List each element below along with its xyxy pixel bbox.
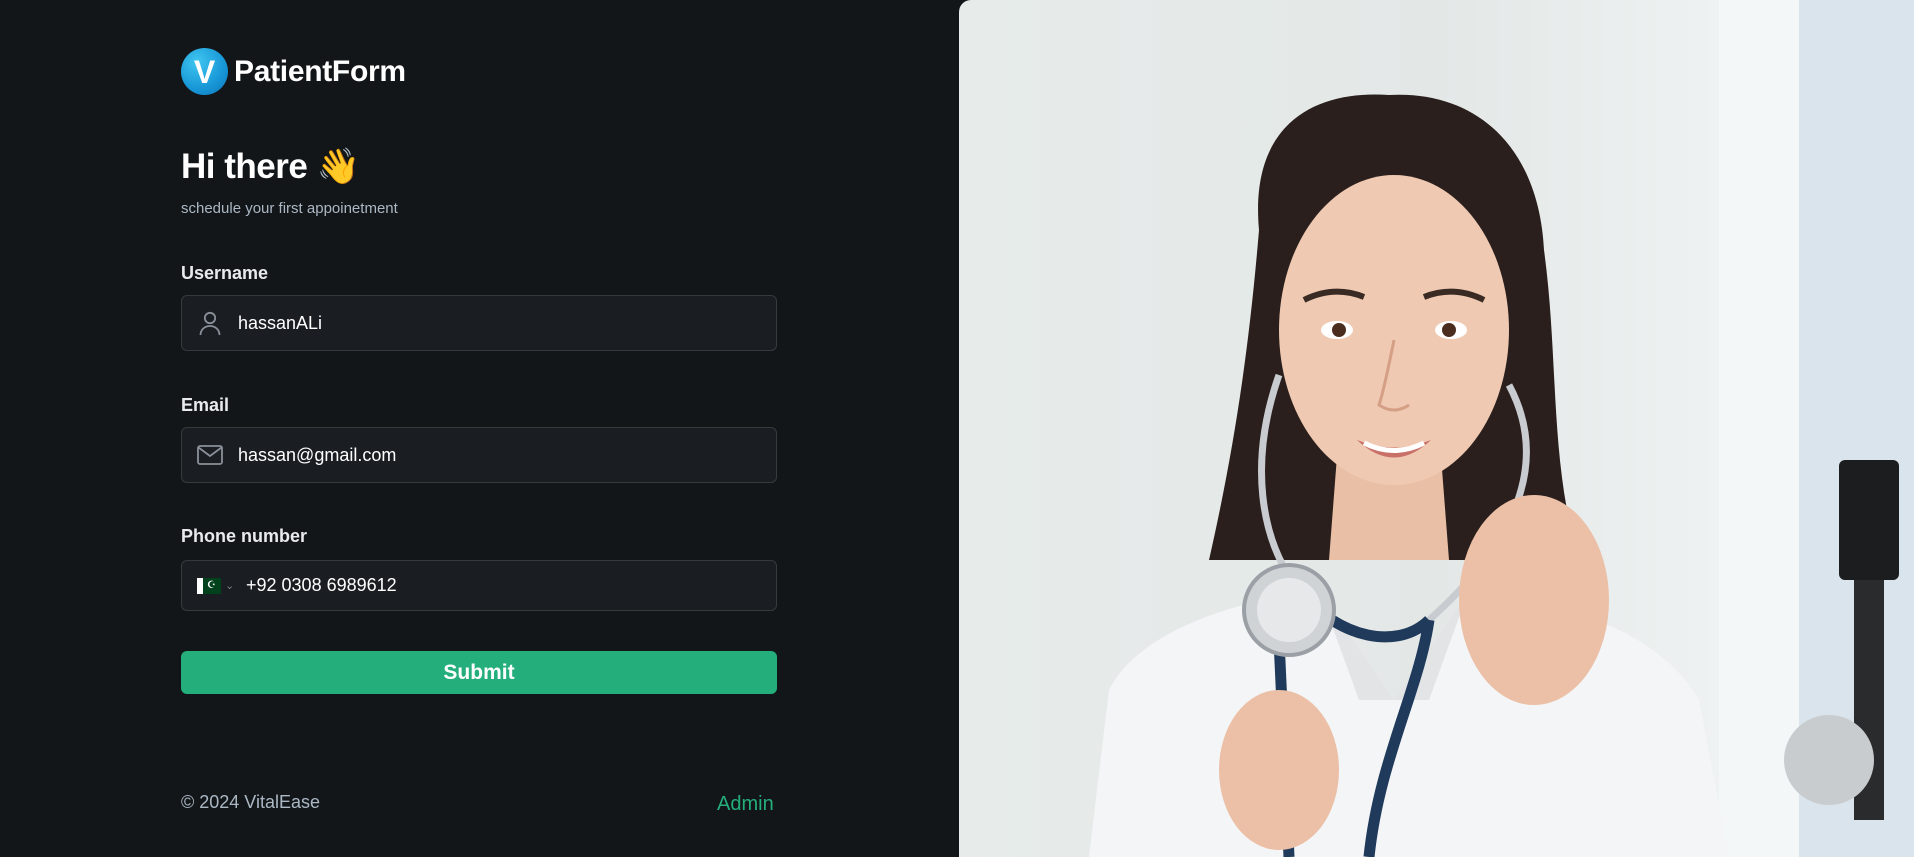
email-input[interactable]	[238, 435, 758, 475]
brand-logo-icon: V	[181, 48, 228, 95]
mail-icon	[182, 428, 238, 482]
admin-link[interactable]: Admin	[717, 793, 774, 816]
phone-label: Phone number	[181, 526, 308, 546]
user-icon	[182, 296, 238, 350]
greeting-text: Hi there	[181, 147, 308, 186]
username-input[interactable]	[238, 303, 758, 343]
chevron-down-icon: ⌄	[225, 580, 235, 592]
brand-name: PatientForm	[234, 54, 406, 88]
email-label: Email	[181, 395, 230, 415]
email-field[interactable]	[181, 427, 777, 483]
page-title: Hi there 👋	[181, 146, 360, 187]
registration-page: V PatientForm Hi there 👋 schedule your f…	[0, 0, 1914, 857]
copyright-text: © 2024 VitalEase	[181, 792, 321, 812]
doctor-illustration	[1089, 0, 1914, 857]
waving-hand-icon: 👋	[316, 147, 361, 186]
username-label: Username	[181, 263, 269, 283]
username-field[interactable]	[181, 295, 777, 351]
hero-image	[959, 0, 1914, 857]
page-subtitle: schedule your first appoinetment	[181, 200, 398, 217]
pakistan-flag-icon: ☪	[197, 577, 221, 594]
phone-input[interactable]	[242, 565, 742, 606]
phone-field[interactable]: ☪ ⌄	[181, 560, 777, 611]
country-selector[interactable]: ☪ ⌄	[182, 577, 242, 594]
submit-button[interactable]: Submit	[181, 651, 777, 694]
brand[interactable]: V PatientForm	[181, 48, 406, 95]
form-panel: V PatientForm Hi there 👋 schedule your f…	[0, 0, 959, 857]
